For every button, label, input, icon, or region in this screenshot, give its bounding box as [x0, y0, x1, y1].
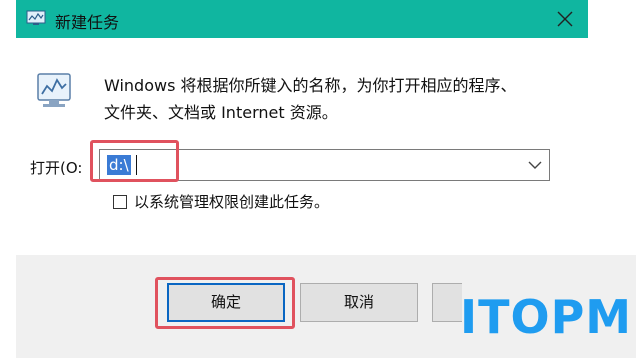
task-manager-icon: [26, 10, 46, 26]
close-icon: [557, 11, 573, 27]
open-label: 打开(O:: [30, 157, 82, 178]
open-label-colon: :: [77, 159, 83, 177]
watermark-text: ITOPM: [460, 290, 633, 344]
dialog-description: Windows 将根据你所键入的名称，为你打开相应的程序、 文件夹、文档或 In…: [104, 72, 554, 126]
window-title: 新建任务: [55, 13, 120, 32]
highlight-box-ok: [155, 277, 295, 329]
title-bar: 新建任务: [16, 0, 588, 38]
history-dropdown-button[interactable]: [525, 155, 545, 175]
highlight-box-input: [90, 140, 179, 182]
cancel-button[interactable]: 取消: [300, 283, 418, 322]
admin-checkbox[interactable]: [113, 195, 127, 209]
description-line-1: Windows 将根据你所键入的名称，为你打开相应的程序、: [104, 76, 517, 95]
admin-checkbox-label[interactable]: 以系统管理权限创建此任务。: [134, 191, 329, 212]
open-label-text: 打开(O: [30, 159, 78, 177]
run-program-icon: [34, 72, 74, 110]
watermark-logo: ITOPM: [450, 288, 636, 346]
chevron-down-icon: [528, 161, 542, 169]
close-button[interactable]: [542, 0, 588, 38]
description-line-2: 文件夹、文档或 Internet 资源。: [104, 103, 338, 122]
